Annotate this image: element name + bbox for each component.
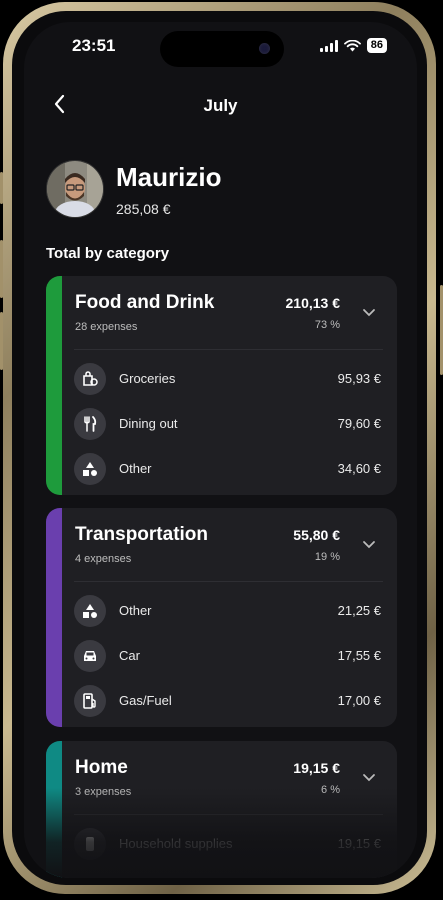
shapes-icon xyxy=(74,453,106,485)
category-color-bar xyxy=(46,276,62,495)
category-percent: 19 % xyxy=(314,551,340,563)
item-amount: 21,25 € xyxy=(337,603,381,618)
item-label: Gas/Fuel xyxy=(119,693,172,708)
item-label: Other xyxy=(119,461,152,476)
list-item-gas-fuel[interactable]: Gas/Fuel 17,00 € xyxy=(62,678,397,722)
category-name: Food and Drink xyxy=(75,292,215,313)
chevron-down-icon[interactable] xyxy=(361,769,377,785)
list-item-other[interactable]: Other 21,25 € xyxy=(62,588,397,632)
category-header[interactable]: Home 3 expenses 19,15 € 6 % xyxy=(62,741,397,815)
item-label: Groceries xyxy=(119,371,176,386)
category-amount: 55,80 € xyxy=(293,527,340,543)
item-amount: 95,93 € xyxy=(337,371,381,386)
category-count: 4 expenses xyxy=(75,553,132,565)
category-amount: 19,15 € xyxy=(293,760,340,776)
grocery-bag-icon xyxy=(74,363,106,395)
shapes-icon xyxy=(74,595,106,627)
chevron-down-icon[interactable] xyxy=(361,536,377,552)
category-color-bar xyxy=(46,508,62,727)
item-label: Household supplies xyxy=(119,836,233,851)
item-amount: 17,55 € xyxy=(337,648,381,663)
category-count: 3 expenses xyxy=(75,786,132,798)
list-item-dining-out[interactable]: Dining out 79,60 € xyxy=(62,401,397,445)
page-title: July xyxy=(203,96,238,115)
fork-knife-icon xyxy=(74,408,106,440)
category-card-food-and-drink[interactable]: Food and Drink 28 expenses 210,13 € 73 %… xyxy=(46,276,397,495)
app-screen: 23:51 86 July Maurizio 285,08 € Total by… xyxy=(24,22,417,878)
category-card-transportation[interactable]: Transportation 4 expenses 55,80 € 19 % O… xyxy=(46,508,397,727)
volume-down-button xyxy=(0,312,3,370)
list-item-car[interactable]: Car 17,55 € xyxy=(62,633,397,677)
divider xyxy=(74,581,383,582)
category-percent: 73 % xyxy=(314,319,340,331)
item-amount: 34,60 € xyxy=(337,461,381,476)
category-header[interactable]: Transportation 4 expenses 55,80 € 19 % xyxy=(62,508,397,582)
avatar[interactable] xyxy=(46,160,104,218)
category-amount: 210,13 € xyxy=(285,295,341,311)
signal-icon xyxy=(319,39,338,52)
category-percent: 6 % xyxy=(321,784,340,796)
status-icons: 86 xyxy=(319,38,387,53)
action-button xyxy=(0,172,3,204)
item-amount: 17,00 € xyxy=(337,693,381,708)
list-item-other[interactable]: Other 34,60 € xyxy=(62,446,397,490)
list-item-groceries[interactable]: Groceries 95,93 € xyxy=(62,356,397,400)
user-name: Maurizio xyxy=(116,162,222,192)
category-count: 28 expenses xyxy=(75,321,138,333)
household-icon xyxy=(74,828,106,860)
battery-icon: 86 xyxy=(366,38,387,53)
category-name: Home xyxy=(75,757,128,778)
item-label: Dining out xyxy=(119,416,178,431)
divider xyxy=(74,349,383,350)
category-header[interactable]: Food and Drink 28 expenses 210,13 € 73 % xyxy=(62,276,397,350)
car-icon xyxy=(74,640,106,672)
fuel-pump-icon xyxy=(74,685,106,717)
volume-up-button xyxy=(0,240,3,298)
status-time: 23:51 xyxy=(72,36,116,55)
dynamic-island xyxy=(160,31,284,67)
category-color-bar xyxy=(46,741,62,878)
item-label: Other xyxy=(119,603,152,618)
category-card-home[interactable]: Home 3 expenses 19,15 € 6 % Household su… xyxy=(46,741,397,878)
camera-icon xyxy=(259,43,270,54)
category-name: Transportation xyxy=(75,524,209,545)
list-item-household-supplies[interactable]: Household supplies 19,15 € xyxy=(62,821,397,865)
section-title: Total by category xyxy=(46,245,170,262)
divider xyxy=(74,814,383,815)
item-amount: 79,60 € xyxy=(337,416,381,431)
user-total: 285,08 € xyxy=(116,201,171,217)
wifi-icon xyxy=(343,39,361,51)
chevron-down-icon[interactable] xyxy=(361,304,377,320)
item-label: Car xyxy=(119,648,140,663)
item-amount: 19,15 € xyxy=(337,836,381,851)
